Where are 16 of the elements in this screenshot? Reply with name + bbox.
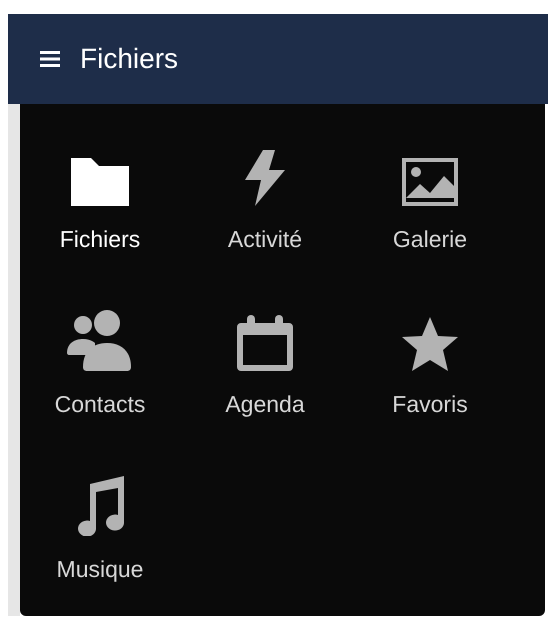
image-icon: [402, 158, 458, 206]
calendar-icon: [237, 315, 293, 371]
people-icon: [67, 309, 133, 371]
app-launcher-item[interactable]: Agenda: [180, 309, 350, 429]
lightning-icon: [245, 150, 285, 206]
app-launcher-item[interactable]: Favoris: [350, 309, 510, 429]
app-launcher-item[interactable]: Contacts: [20, 309, 180, 429]
app-launcher-item[interactable]: Galerie: [350, 144, 510, 264]
star-icon: [402, 317, 458, 371]
menu-icon[interactable]: [40, 51, 60, 67]
header-title: Fichiers: [80, 42, 178, 76]
app-launcher-item[interactable]: Musique: [20, 474, 180, 594]
music-note-icon: [76, 476, 124, 536]
app-launcher-item[interactable]: Activité: [180, 144, 350, 264]
folder-icon: [71, 158, 129, 206]
app-launcher-item[interactable]: Fichiers: [20, 144, 180, 264]
